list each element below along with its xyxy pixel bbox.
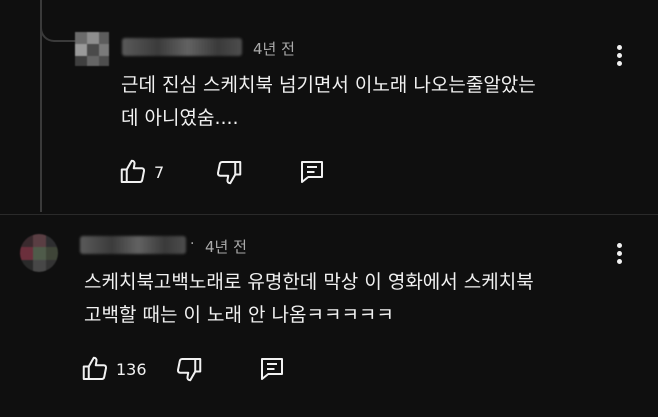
avatar[interactable] [75,32,109,66]
thumbs-down-icon [216,161,242,185]
like-button[interactable]: 7 [118,157,164,187]
comment-text: 스케치북고백노래로 유명한데 막상 이 영화에서 스케치북 고백할 때는 이 노… [84,271,534,326]
comment: · 4년 전 스케치북고백노래로 유명한데 막상 이 영화에서 스케치북 고백할… [0,214,658,417]
like-count: 7 [154,162,165,182]
dislike-button[interactable] [214,157,244,187]
thumbs-down-icon [176,358,202,382]
more-options-button[interactable] [617,45,623,67]
author-name-blurred[interactable] [122,38,242,56]
reply-button[interactable] [297,157,327,187]
reply-button[interactable] [257,354,287,384]
like-button[interactable]: 136 [80,354,147,384]
like-count: 136 [116,359,147,379]
separator-dot: · [190,236,195,252]
reply-comment-icon [301,161,323,183]
dislike-button[interactable] [174,354,204,384]
comment-text: 근데 진심 스케치북 넘기면서 이노래 나오는줄알았는 데 아니였숨.... [121,74,536,129]
thumbs-up-icon [82,356,108,380]
more-vertical-icon [617,45,622,50]
comment-timestamp[interactable]: 4년 전 [253,38,295,59]
more-vertical-icon [617,243,622,248]
comment-timestamp[interactable]: 4년 전 [205,236,247,257]
reply-comment-icon [261,358,283,380]
avatar[interactable] [20,234,58,272]
thumbs-up-icon [120,159,146,183]
more-options-button[interactable] [617,243,623,265]
author-name-blurred[interactable] [80,236,186,254]
reply-comment: 4년 전 근데 진심 스케치북 넘기면서 이노래 나오는줄알았는 데 아니였숨.… [0,0,658,212]
